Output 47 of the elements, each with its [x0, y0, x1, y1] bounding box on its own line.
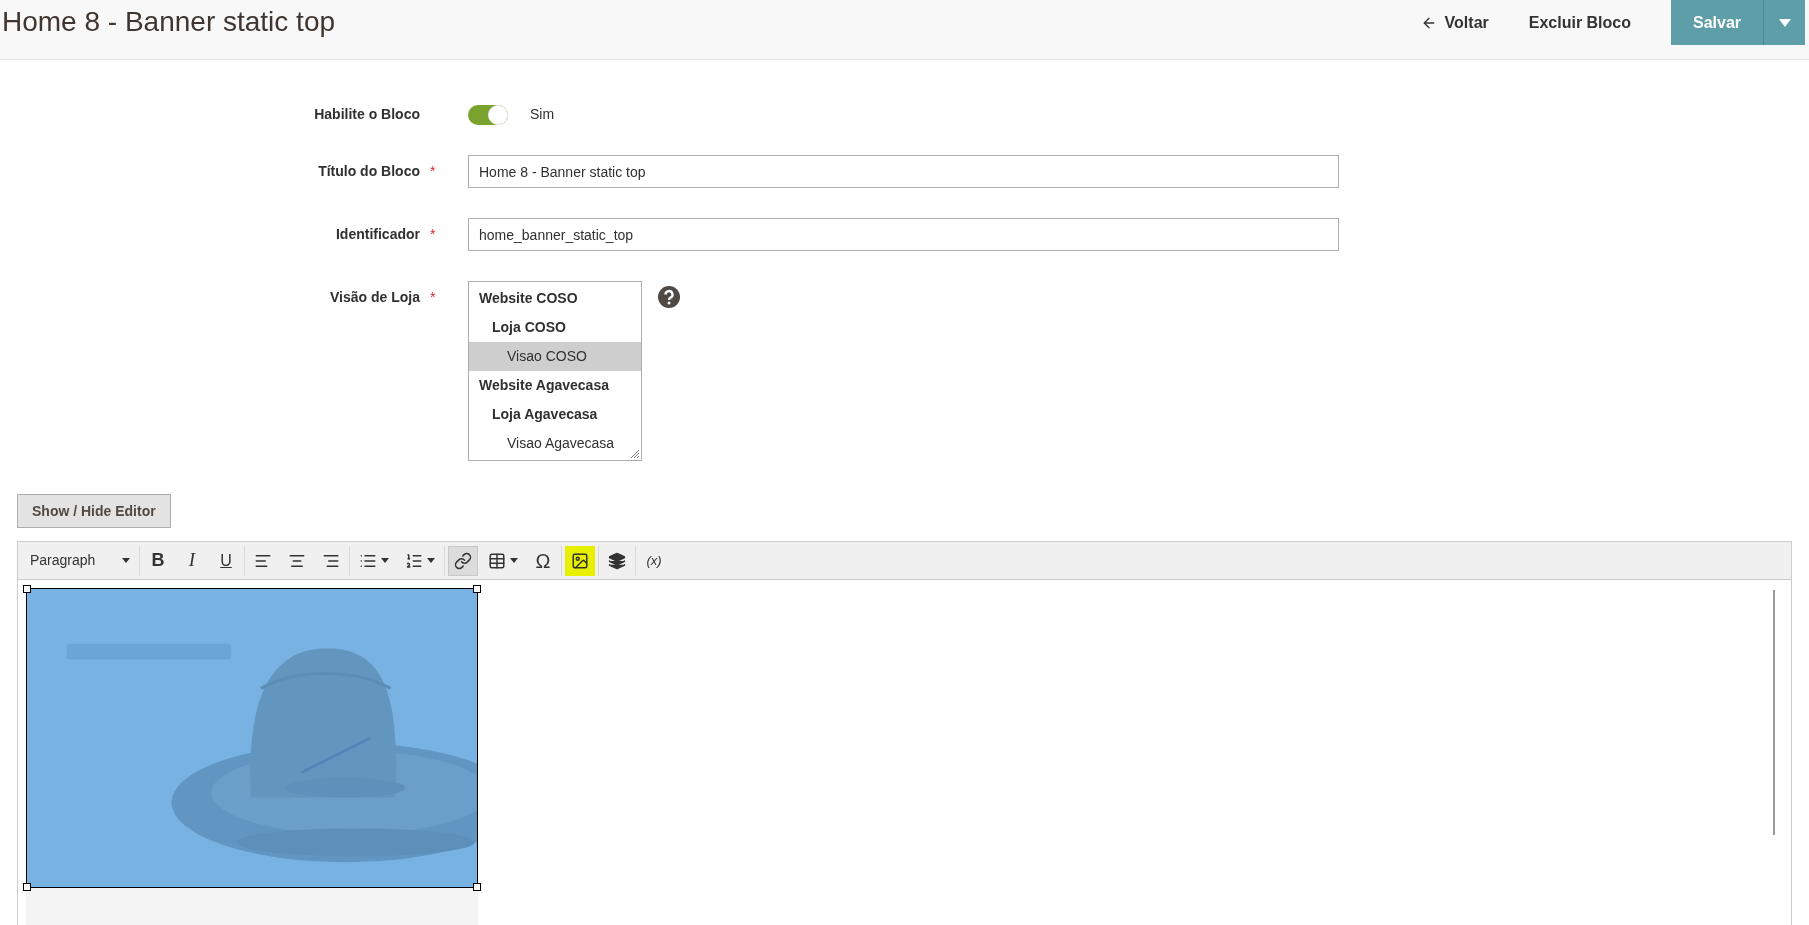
store-view-option[interactable]: Visao Agavecasa [469, 429, 641, 458]
bold-button[interactable]: B [143, 545, 173, 576]
page-title: Home 8 - Banner static top [1, 5, 336, 39]
table-icon [488, 551, 506, 570]
link-icon [454, 551, 472, 570]
required-asterisk: * [430, 225, 437, 244]
text-field[interactable]: home_banner_static_top [468, 218, 1339, 251]
caret-icon [1778, 18, 1791, 27]
italic-button[interactable]: I [177, 545, 207, 576]
caret-icon [381, 558, 389, 563]
insert-image-button[interactable] [565, 545, 595, 576]
help-icon[interactable] [658, 286, 680, 308]
resize-handle[interactable] [473, 883, 481, 891]
delete-button[interactable]: Excluir Bloco [1504, 0, 1655, 45]
resize-handle-icon [630, 449, 640, 459]
store-view-select[interactable]: Website COSO Loja COSO Visao COSO Website Agavecasa Loja Agavecasa Visao Agavecasa [468, 281, 642, 461]
required-asterisk: * [430, 288, 437, 307]
resize-handle[interactable] [23, 883, 31, 891]
caret-icon [122, 558, 130, 563]
field-label: Título do Bloco [318, 162, 420, 181]
store-view-option[interactable]: Website Agavecasa [469, 371, 641, 400]
toggle-value: Sim [530, 105, 555, 124]
required-asterisk: * [430, 162, 437, 181]
field-label: Identificador [336, 225, 420, 244]
store-view-option[interactable]: Website COSO [469, 284, 641, 313]
store-view-option[interactable]: Visao COSO [469, 342, 641, 371]
save-options-button[interactable] [1763, 0, 1805, 45]
show-hide-editor-button[interactable]: Show / Hide Editor [17, 494, 171, 528]
insert-variable-button[interactable]: (x) [639, 545, 669, 576]
resize-handle[interactable] [473, 585, 481, 593]
field-label: Visão de Loja [330, 288, 420, 307]
image-icon [571, 551, 589, 570]
format-dropdown[interactable]: Paragraph [24, 545, 136, 576]
link-button[interactable] [448, 545, 478, 576]
underline-button[interactable]: U [211, 545, 241, 576]
store-view-option[interactable]: Loja Agavecasa [469, 400, 641, 429]
toggle-switch[interactable] [468, 104, 508, 125]
caret-icon [427, 558, 435, 563]
layers-icon [608, 551, 626, 570]
back-button[interactable]: Voltar [1404, 0, 1505, 45]
special-character-button[interactable]: Ω [528, 545, 558, 576]
field-label: Habilite o Bloco [314, 105, 420, 124]
store-view-option[interactable]: Loja COSO [469, 313, 641, 342]
resize-handle[interactable] [23, 585, 31, 593]
text-field[interactable]: Home 8 - Banner static top [468, 155, 1339, 188]
numbered-list-icon [405, 551, 423, 570]
caret-icon [510, 558, 518, 563]
